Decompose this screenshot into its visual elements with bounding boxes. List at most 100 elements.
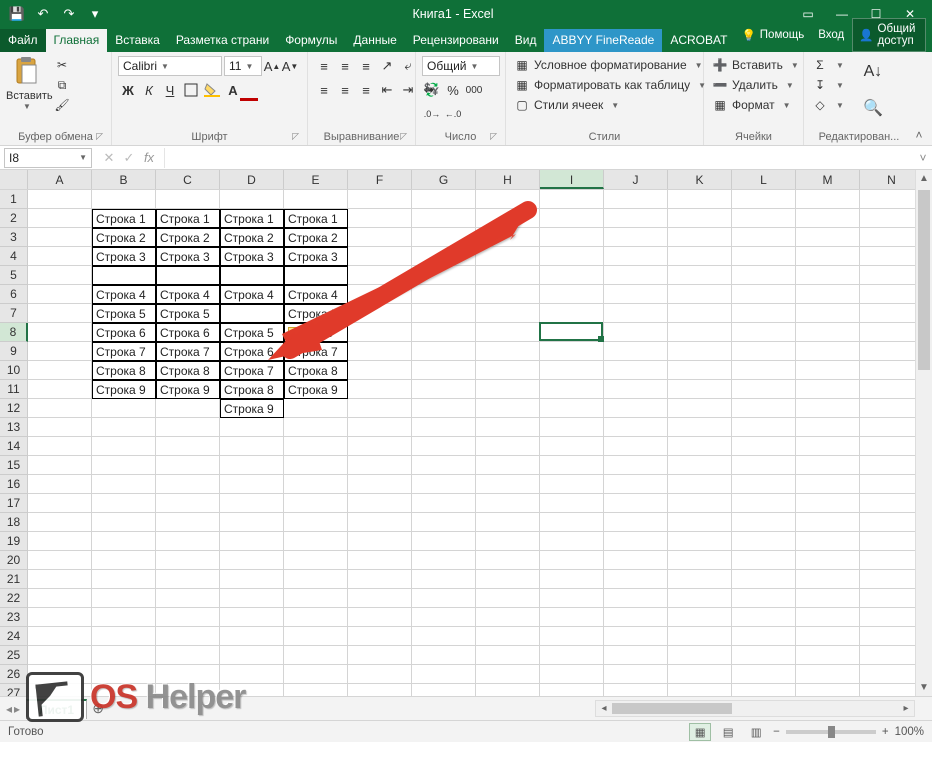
cell[interactable]: [348, 304, 412, 323]
cell[interactable]: [156, 399, 220, 418]
cell[interactable]: [28, 323, 92, 342]
cell[interactable]: [796, 627, 860, 646]
cell[interactable]: [796, 361, 860, 380]
row-header[interactable]: 1: [0, 190, 28, 209]
cell[interactable]: [348, 399, 412, 418]
italic-button[interactable]: К: [139, 80, 159, 100]
cell[interactable]: [28, 285, 92, 304]
col-header-J[interactable]: J: [604, 170, 668, 189]
cell[interactable]: [220, 437, 284, 456]
cell[interactable]: [668, 399, 732, 418]
cell[interactable]: [668, 342, 732, 361]
cell[interactable]: [668, 209, 732, 228]
cell[interactable]: [476, 665, 540, 684]
cell[interactable]: [476, 646, 540, 665]
horizontal-scrollbar[interactable]: ◂ ▸: [595, 700, 915, 717]
cell[interactable]: [284, 570, 348, 589]
row-header[interactable]: 26: [0, 665, 28, 684]
cell[interactable]: [92, 570, 156, 589]
increase-decimal-icon[interactable]: .0→: [422, 104, 442, 124]
cell[interactable]: [796, 684, 860, 696]
cell[interactable]: [732, 228, 796, 247]
cell[interactable]: [796, 513, 860, 532]
cell[interactable]: [732, 190, 796, 209]
cell[interactable]: Строка 3: [92, 247, 156, 266]
cell[interactable]: [604, 190, 668, 209]
cell[interactable]: [476, 627, 540, 646]
cell[interactable]: [156, 494, 220, 513]
cell[interactable]: [412, 380, 476, 399]
cell[interactable]: [412, 361, 476, 380]
align-bottom-icon[interactable]: ≡: [356, 56, 376, 76]
cell[interactable]: [476, 589, 540, 608]
cell[interactable]: [540, 228, 604, 247]
cell[interactable]: [220, 532, 284, 551]
cell[interactable]: [732, 551, 796, 570]
cell[interactable]: [156, 475, 220, 494]
cell[interactable]: [604, 627, 668, 646]
cell[interactable]: [92, 456, 156, 475]
cell[interactable]: [604, 513, 668, 532]
cell[interactable]: [796, 380, 860, 399]
row-header[interactable]: 12: [0, 399, 28, 418]
cell[interactable]: Строка 8: [220, 380, 284, 399]
add-sheet-icon[interactable]: ⊕: [87, 700, 109, 717]
cell[interactable]: [796, 228, 860, 247]
row-header[interactable]: 18: [0, 513, 28, 532]
row-header[interactable]: 19: [0, 532, 28, 551]
cell[interactable]: [284, 551, 348, 570]
cell[interactable]: [668, 494, 732, 513]
col-header-K[interactable]: K: [668, 170, 732, 189]
cell[interactable]: Строка 9: [220, 399, 284, 418]
cell[interactable]: [220, 608, 284, 627]
cell[interactable]: [604, 209, 668, 228]
row-header[interactable]: 4: [0, 247, 28, 266]
cell[interactable]: [284, 665, 348, 684]
cell[interactable]: [540, 551, 604, 570]
conditional-formatting-button[interactable]: ▦Условное форматирование▼: [512, 56, 708, 74]
cell[interactable]: [348, 532, 412, 551]
cell[interactable]: [796, 190, 860, 209]
dialog-launcher-icon[interactable]: ◸: [96, 131, 103, 142]
cell[interactable]: [604, 266, 668, 285]
sort-filter-button[interactable]: A↓: [856, 56, 890, 90]
cell[interactable]: Строка 3: [156, 247, 220, 266]
cell[interactable]: [476, 209, 540, 228]
underline-button[interactable]: Ч: [160, 80, 180, 100]
cell[interactable]: [732, 456, 796, 475]
cell[interactable]: [220, 589, 284, 608]
increase-font-icon[interactable]: A▲: [264, 56, 280, 76]
cell[interactable]: [476, 608, 540, 627]
save-icon[interactable]: 💾: [6, 3, 28, 25]
cell[interactable]: [540, 247, 604, 266]
borders-icon[interactable]: [181, 80, 201, 100]
cell[interactable]: [412, 684, 476, 696]
cell[interactable]: [540, 627, 604, 646]
cell[interactable]: [220, 456, 284, 475]
cell[interactable]: [540, 456, 604, 475]
tab-abbyy[interactable]: ABBYY FineReade: [544, 29, 662, 52]
row-header[interactable]: 25: [0, 646, 28, 665]
cell[interactable]: Строка 1: [92, 209, 156, 228]
cell[interactable]: [412, 608, 476, 627]
cell[interactable]: [92, 266, 156, 285]
cell[interactable]: [348, 266, 412, 285]
cell[interactable]: Строка 8: [92, 361, 156, 380]
row-header[interactable]: 24: [0, 627, 28, 646]
cell[interactable]: [668, 361, 732, 380]
cell[interactable]: Строка 4: [92, 285, 156, 304]
scroll-right-icon[interactable]: ▸: [898, 701, 914, 716]
cell[interactable]: [476, 570, 540, 589]
cell[interactable]: [284, 684, 348, 696]
cell[interactable]: [732, 646, 796, 665]
cell[interactable]: [732, 570, 796, 589]
cell[interactable]: Строка 6: [220, 342, 284, 361]
cell[interactable]: [540, 589, 604, 608]
cell[interactable]: [156, 627, 220, 646]
tab-home[interactable]: Главная: [46, 29, 108, 52]
autosum-button[interactable]: Σ▼: [810, 56, 846, 74]
cell[interactable]: [540, 266, 604, 285]
cell[interactable]: [476, 418, 540, 437]
enter-fx-icon[interactable]: ✓: [120, 150, 138, 166]
sheet-nav-next-icon[interactable]: ▸: [14, 702, 20, 716]
